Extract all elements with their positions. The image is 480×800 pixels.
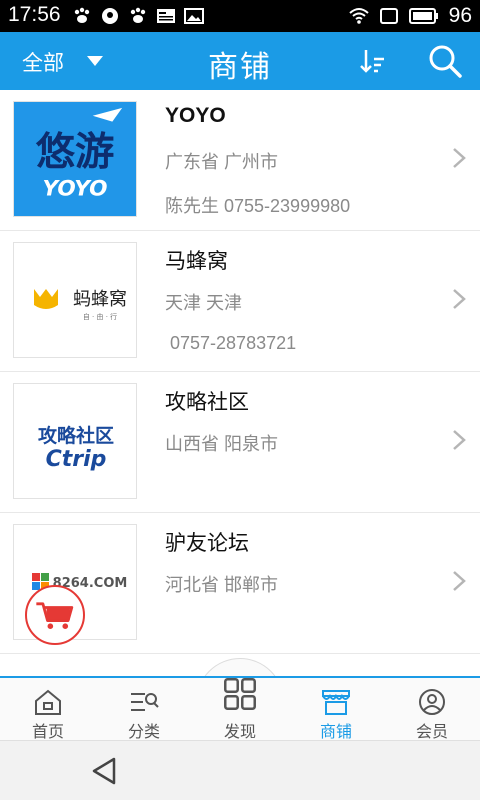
image-icon — [184, 8, 204, 24]
svg-text:悠游: 悠游 — [36, 130, 115, 175]
tab-label: 分类 — [127, 724, 160, 741]
news-icon — [157, 9, 175, 23]
shop-row-mafengwo[interactable]: 蚂蜂窝 自 · 由 · 行 马蜂窝 天津 天津 0757-28783721 — [0, 231, 480, 372]
page-title: 商铺 — [208, 51, 272, 84]
shop-row-ctrip[interactable]: 攻略社区 Ctrip 攻略社区 山西省 阳泉市 — [0, 372, 480, 513]
grid-icon — [224, 678, 256, 710]
mafengwo-logo-icon: 蚂蜂窝 自 · 由 · 行 — [14, 243, 136, 357]
battery-level: 96 — [448, 4, 472, 27]
shop-name: 马蜂窝 — [165, 250, 228, 273]
svg-text:自 · 由 · 行: 自 · 由 · 行 — [83, 312, 117, 321]
chevron-right-icon — [453, 430, 466, 450]
tab-discover[interactable]: 发现 — [192, 678, 288, 742]
tab-label: 会员 — [415, 724, 448, 741]
shop-region: 广东省 广州市 — [165, 152, 279, 172]
location-icon — [102, 8, 118, 24]
battery-icon — [408, 8, 438, 24]
tab-label: 商铺 — [319, 724, 352, 741]
svg-text:攻略社区: 攻略社区 — [38, 424, 114, 447]
shop-list: 悠游 YOYO YOYO 广东省 广州市 陈先生 0755-23999980 蚂… — [0, 90, 480, 654]
cart-icon — [36, 602, 74, 629]
chevron-right-icon — [453, 148, 466, 168]
wifi-icon — [348, 8, 369, 24]
shop-region: 天津 天津 — [165, 293, 243, 313]
svg-text:蚂蜂窝: 蚂蜂窝 — [73, 289, 127, 310]
tab-home[interactable]: 首页 — [0, 678, 96, 742]
tab-member[interactable]: 会员 — [384, 678, 480, 742]
bottom-tab-bar: 首页 分类 发现 商铺 会员 — [0, 676, 480, 742]
category-icon — [131, 693, 159, 711]
ctrip-logo-icon: 攻略社区 Ctrip — [14, 384, 136, 498]
yoyo-logo-icon: 悠游 YOYO — [14, 102, 136, 216]
shop-region: 河北省 邯郸市 — [165, 575, 279, 595]
shop-name: 驴友论坛 — [165, 532, 249, 555]
tab-label: 首页 — [31, 724, 64, 741]
shop-row-yoyo[interactable]: 悠游 YOYO YOYO 广东省 广州市 陈先生 0755-23999980 — [0, 90, 480, 231]
store-icon — [322, 690, 350, 715]
chevron-right-icon — [453, 289, 466, 309]
sort-icon[interactable] — [358, 46, 388, 76]
status-time: 17:56 — [8, 3, 61, 26]
signal-icon — [379, 8, 398, 24]
shop-logo: 攻略社区 Ctrip — [13, 383, 137, 499]
tab-label: 发现 — [223, 724, 256, 741]
tab-store[interactable]: 商铺 — [288, 678, 384, 742]
app-header: 全部 商铺 — [0, 32, 480, 90]
shop-logo: 悠游 YOYO — [13, 101, 137, 217]
svg-text:YOYO: YOYO — [43, 176, 108, 201]
system-nav-bar — [0, 740, 480, 800]
shop-name: YOYO — [165, 104, 226, 127]
user-icon — [419, 689, 445, 715]
paw-icon — [130, 7, 146, 23]
tab-category[interactable]: 分类 — [96, 678, 192, 742]
shop-contact: 0757-28783721 — [165, 333, 297, 353]
cart-button[interactable] — [25, 585, 85, 645]
chevron-right-icon — [453, 571, 466, 591]
paw-icon — [74, 7, 90, 23]
svg-text:Ctrip: Ctrip — [46, 447, 107, 472]
status-bar: 17:56 96 — [0, 0, 480, 32]
home-icon — [35, 689, 61, 715]
shop-contact: 陈先生 0755-23999980 — [165, 196, 351, 216]
shop-logo: 蚂蜂窝 自 · 由 · 行 — [13, 242, 137, 358]
back-icon[interactable] — [88, 755, 120, 787]
search-icon[interactable] — [426, 42, 464, 80]
shop-region: 山西省 阳泉市 — [165, 434, 279, 454]
shop-name: 攻略社区 — [165, 391, 249, 414]
